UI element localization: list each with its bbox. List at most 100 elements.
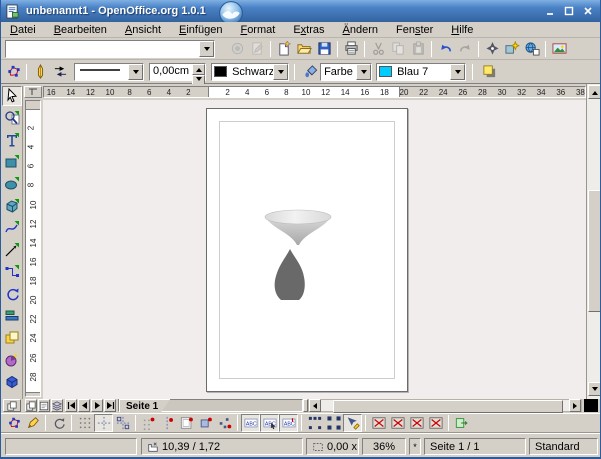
edit-points-button[interactable] <box>3 62 23 81</box>
guides-when-moving-button[interactable] <box>113 414 132 432</box>
menu-fenster[interactable]: Fenster <box>387 23 442 37</box>
line-style-dropdown[interactable] <box>128 64 143 80</box>
line-width-spinner[interactable]: 0,00cm <box>149 63 206 81</box>
large-handles-button[interactable] <box>324 414 343 432</box>
lines-arrows-button[interactable] <box>2 240 22 260</box>
snap-to-object-points-button[interactable] <box>215 414 234 432</box>
title-bar[interactable]: unbenannt1 - OpenOffice.org 1.0.1 <box>1 0 601 22</box>
line-dialog-button[interactable] <box>30 62 50 81</box>
vertical-scroll-thumb[interactable] <box>588 190 601 312</box>
open-button[interactable] <box>294 39 314 58</box>
spin-down-button[interactable] <box>192 75 205 85</box>
maximize-button[interactable] <box>561 4 577 18</box>
print-button[interactable] <box>341 39 361 58</box>
fill-type-combo[interactable]: Farbe <box>320 63 372 81</box>
hyperlink-button[interactable] <box>522 39 542 58</box>
copy-button[interactable] <box>388 39 408 58</box>
status-style-field[interactable]: Standard <box>529 438 598 455</box>
last-page-button[interactable] <box>104 399 116 412</box>
show-grid-button[interactable] <box>75 414 94 432</box>
insert-button[interactable] <box>2 350 22 370</box>
master-mode-button[interactable] <box>38 399 50 412</box>
arrange-button[interactable] <box>2 328 22 348</box>
show-guides-button[interactable] <box>94 414 113 432</box>
ruler-corner[interactable] <box>24 86 42 98</box>
close-button[interactable] <box>580 4 596 18</box>
alignment-button[interactable] <box>2 306 22 326</box>
quick-edit-button[interactable]: ABC <box>241 414 260 432</box>
rotation-mode-button[interactable] <box>49 414 68 432</box>
exit-all-groups-button[interactable] <box>452 414 471 432</box>
previous-page-button[interactable] <box>78 399 90 412</box>
menu-einfgen[interactable]: Einfügen <box>170 23 231 37</box>
area-dialog-button[interactable] <box>300 62 320 81</box>
line-style-combo[interactable] <box>74 63 144 81</box>
text-placeholder-button[interactable] <box>407 414 426 432</box>
next-page-button[interactable] <box>91 399 103 412</box>
scroll-down-button[interactable] <box>588 382 601 396</box>
paste-button[interactable] <box>408 39 428 58</box>
rotate-button[interactable] <box>2 284 22 304</box>
curve-button[interactable] <box>2 218 22 238</box>
load-url-dropdown[interactable] <box>199 41 214 57</box>
navigator-button[interactable] <box>482 39 502 58</box>
rectangle-button[interactable] <box>2 152 22 172</box>
drawing-canvas[interactable] <box>43 100 586 399</box>
snap-to-guides-button[interactable] <box>158 414 177 432</box>
page[interactable] <box>206 108 408 392</box>
stop-loading-button[interactable] <box>227 39 247 58</box>
simple-handles-button[interactable] <box>305 414 324 432</box>
horizontal-scroll-thumb[interactable] <box>333 400 563 413</box>
select-text-area-button[interactable]: ABC <box>260 414 279 432</box>
connector-button[interactable] <box>2 262 22 282</box>
redo-button[interactable] <box>455 39 475 58</box>
tab-seite-1[interactable]: Seite 1 <box>119 399 170 412</box>
menu-ndern[interactable]: Ändern <box>334 23 387 37</box>
menu-extras[interactable]: Extras <box>284 23 333 37</box>
funnel-drop-shape[interactable] <box>207 109 409 393</box>
undo-button[interactable] <box>435 39 455 58</box>
status-zoom-field[interactable]: 36% <box>362 438 406 455</box>
resize-corner[interactable] <box>584 399 598 412</box>
edit-points-mode-button[interactable] <box>4 414 23 432</box>
menu-format[interactable]: Format <box>231 23 284 37</box>
scroll-up-button[interactable] <box>588 85 601 99</box>
v-ruler[interactable]: 246810121416182022242628 <box>25 100 41 397</box>
snap-to-grid-button[interactable] <box>139 414 158 432</box>
spin-up-button[interactable] <box>192 64 205 75</box>
modify-with-attributes-button[interactable] <box>343 414 362 432</box>
select-button[interactable] <box>2 86 22 106</box>
line-color-combo[interactable]: Schwarz <box>211 63 289 81</box>
line-placeholder-button[interactable] <box>426 414 445 432</box>
text-button[interactable] <box>2 130 22 150</box>
edit-file-button[interactable] <box>247 39 267 58</box>
snap-to-margins-button[interactable] <box>177 414 196 432</box>
save-button[interactable] <box>314 39 334 58</box>
scroll-left-button[interactable] <box>309 399 321 412</box>
scroll-right-button[interactable] <box>569 399 581 412</box>
page-mode-button[interactable] <box>25 399 37 412</box>
fill-type-dropdown[interactable] <box>356 64 371 80</box>
glue-points-button[interactable] <box>23 414 42 432</box>
menu-ansicht[interactable]: Ansicht <box>116 23 170 37</box>
layer-mode-button[interactable] <box>51 399 63 412</box>
ellipse-button[interactable] <box>2 174 22 194</box>
corner-pages-button[interactable] <box>3 399 21 412</box>
double-click-edit-text-button[interactable]: ABC <box>279 414 298 432</box>
cut-button[interactable] <box>368 39 388 58</box>
fill-color-dropdown[interactable] <box>450 64 465 80</box>
minimize-button[interactable] <box>542 4 558 18</box>
snap-to-object-border-button[interactable] <box>196 414 215 432</box>
load-url-combo[interactable] <box>5 40 215 58</box>
arrowheads-button[interactable] <box>50 62 70 81</box>
shadow-button[interactable] <box>479 62 499 81</box>
first-page-button[interactable] <box>65 399 77 412</box>
h-ruler[interactable]: 1614121086422468101214161820222426283032… <box>43 86 586 98</box>
zoom-button[interactable] <box>2 108 22 128</box>
gallery-button[interactable] <box>502 39 522 58</box>
menu-datei[interactable]: Datei <box>1 23 45 37</box>
new-document-button[interactable] <box>274 39 294 58</box>
picture-placeholder-button[interactable] <box>369 414 388 432</box>
vertical-scrollbar[interactable] <box>586 84 601 399</box>
fill-color-combo[interactable]: Blau 7 <box>376 63 466 81</box>
